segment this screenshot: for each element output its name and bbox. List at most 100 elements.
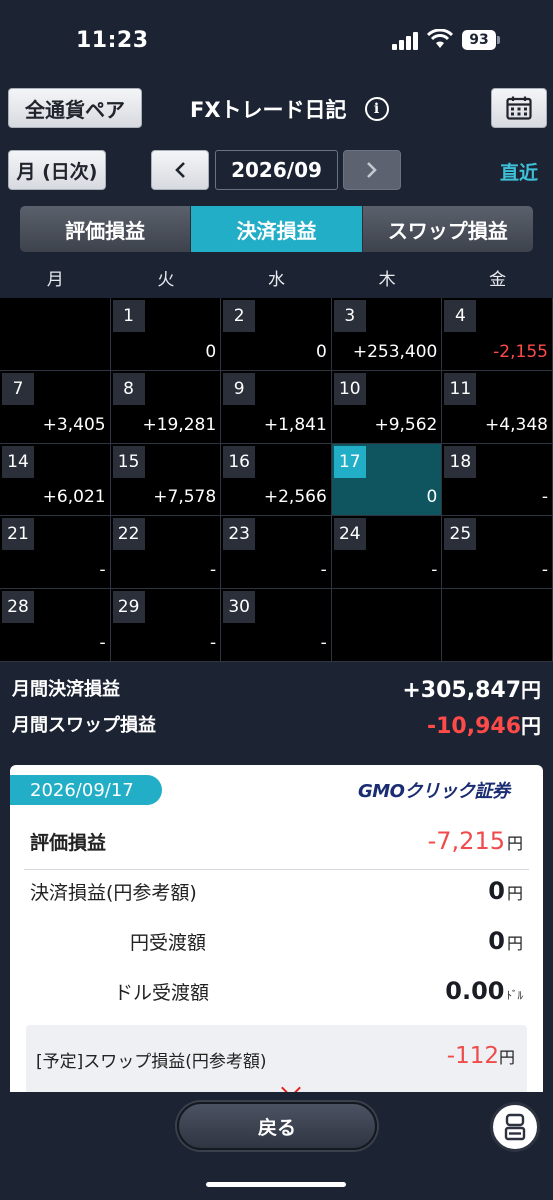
calendar-day-cell[interactable]: 30 - [221, 589, 332, 662]
calendar-day-number: 7 [2, 372, 34, 405]
scheduled-swap-value: -112円 [447, 1043, 515, 1069]
weekday-label: 金 [489, 270, 507, 290]
calendar-day-cell[interactable]: 21 - [0, 516, 111, 590]
recent-link[interactable]: 直近 [500, 158, 538, 185]
monthly-settlement-value: +305,847円 [402, 674, 541, 703]
weekday-header: 月 火 水 木 金 [0, 262, 553, 298]
calendar-day-number: 25 [444, 518, 477, 551]
calendar-day-cell[interactable]: 17 0 [331, 443, 443, 517]
calendar-day-cell[interactable]: 22 - [110, 516, 222, 590]
status-bar: 11:23 93 [0, 0, 553, 80]
calendar-day-value: +4,348 [485, 414, 548, 435]
calendar-button[interactable] [491, 88, 547, 128]
scheduled-swap-unit: 円 [498, 1048, 515, 1067]
calendar-day-value: 0 [205, 341, 217, 362]
tab-settlement[interactable]: 決済損益 [191, 206, 363, 252]
chat-icon [504, 1113, 526, 1141]
calendar-day-value: - [431, 560, 438, 581]
weekday-label: 木 [378, 270, 396, 290]
calendar-day-cell[interactable]: 25 - [442, 516, 553, 590]
battery-tip [497, 36, 500, 44]
calendar-day-cell[interactable]: 28 - [0, 589, 111, 662]
back-button[interactable]: 戻る [177, 1102, 377, 1150]
calendar-day-cell [442, 589, 553, 662]
calendar-day-value: +1,841 [263, 414, 327, 435]
gmo-click-logo: GMOクリック証券 [358, 781, 510, 802]
chevron-left-icon [175, 162, 185, 178]
calendar-day-number: 29 [112, 591, 145, 624]
page-title: FXトレード日記 [190, 98, 347, 122]
yen-delivery-label: 円受渡額 [130, 932, 207, 954]
calendar-day-cell[interactable]: 20 [221, 298, 332, 371]
calendar-day-value: - [320, 632, 327, 653]
day-detail-card: 2026/09/17 GMOクリック証券 評価損益 -7,215 円 決済損益(… [10, 765, 543, 1105]
monthly-swap-value: -10,946円 [427, 710, 541, 739]
calendar-day-cell [0, 298, 111, 371]
calendar-day-number: 23 [223, 518, 256, 551]
tab-valuation[interactable]: 評価損益 [20, 206, 192, 252]
title-wrap: FXトレード日記 i [190, 94, 389, 124]
calendar-day-number: 28 [2, 591, 34, 624]
calendar-day-value: - [99, 632, 106, 653]
prev-month-button[interactable] [151, 150, 209, 190]
calendar-day-value: +253,400 [352, 341, 438, 362]
calendar-day-cell[interactable]: 9 +1,841 [221, 370, 332, 444]
valuation-row: 評価損益 -7,215 円 [30, 827, 523, 855]
usd-delivery-value: 0.00 [445, 977, 505, 1005]
tab-swap[interactable]: スワップ損益 [362, 206, 533, 252]
monthly-summary: 月間決済損益 +305,847円 月間スワップ損益 -10,946円 [0, 662, 553, 754]
info-icon[interactable]: i [364, 97, 389, 121]
usd-delivery-row: ドル受渡額 0.00 ﾄﾞﾙ [114, 977, 523, 1005]
calendar-day-value: +9,562 [374, 414, 438, 435]
valuation-label: 評価損益 [30, 832, 107, 854]
calendar-day-cell[interactable]: 7 +3,405 [0, 370, 111, 444]
calendar-day-cell[interactable]: 11 +4,348 [442, 370, 553, 444]
wifi-icon [427, 29, 453, 48]
calendar-day-number: 21 [2, 518, 34, 551]
monthly-settlement-row: 月間決済損益 +305,847円 [12, 670, 541, 706]
chat-button[interactable] [490, 1102, 540, 1152]
calendar-day-number: 14 [2, 445, 34, 478]
yen-unit: 円 [521, 713, 541, 738]
next-month-button[interactable] [343, 150, 401, 190]
calendar-day-cell[interactable]: 10 +9,562 [331, 370, 443, 444]
currency-pair-button[interactable]: 全通貨ペア [8, 88, 142, 128]
app-header: 全通貨ペア FXトレード日記 i [0, 80, 553, 140]
monthly-swap-label: 月間スワップ損益 [12, 715, 156, 736]
calendar-day-cell[interactable]: 18 - [442, 443, 553, 517]
pnl-tabs: 評価損益 決済損益 スワップ損益 [20, 206, 533, 252]
calendar-day-number: 1 [112, 300, 145, 332]
monthly-swap-amount: -10,946 [426, 713, 521, 739]
weekday-label: 水 [267, 270, 285, 290]
settlement-row: 決済損益(円参考額) 0 円 [30, 877, 523, 905]
calendar-day-number: 18 [444, 445, 477, 478]
calendar-day-cell[interactable]: 15 +7,578 [110, 443, 222, 517]
scheduled-swap-amount: -112 [446, 1043, 499, 1069]
calendar-day-cell[interactable]: 16 +2,566 [221, 443, 332, 517]
calendar-day-cell[interactable]: 23 - [221, 516, 332, 590]
calendar-day-cell[interactable]: 24 - [331, 516, 443, 590]
status-time: 11:23 [76, 28, 149, 53]
calendar-day-value: +6,021 [42, 487, 106, 508]
calendar-day-number: 17 [333, 445, 366, 478]
home-indicator [206, 1182, 346, 1187]
selected-date-badge: 2026/09/17 [10, 775, 162, 805]
chevron-right-icon [367, 162, 377, 178]
calendar-day-number: 30 [223, 591, 256, 624]
calendar-day-cell[interactable]: 3 +253,400 [331, 298, 443, 371]
weekday-label: 月 [46, 270, 64, 290]
battery-icon: 93 [462, 30, 496, 50]
calendar-day-cell[interactable]: 8 +19,281 [110, 370, 222, 444]
calendar-day-number: 24 [333, 518, 366, 551]
calendar-day-cell[interactable]: 29 - [110, 589, 222, 662]
calendar: 月 火 水 木 金 1 0 2 0 3 +253,400 4 -2,155 7 +3,405 8 +1… [0, 262, 553, 662]
calendar-day-number: 3 [333, 300, 366, 332]
calendar-day-number: 22 [112, 518, 145, 551]
yen-delivery-unit: 円 [506, 934, 523, 953]
calendar-day-cell[interactable]: 14 +6,021 [0, 443, 111, 517]
usd-delivery-label: ドル受渡額 [114, 982, 210, 1004]
calendar-day-cell[interactable]: 4 -2,155 [442, 298, 553, 371]
weekday-label: 火 [157, 270, 175, 290]
view-mode-button[interactable]: 月 (日次) [8, 150, 106, 190]
calendar-day-cell[interactable]: 10 [110, 298, 222, 371]
